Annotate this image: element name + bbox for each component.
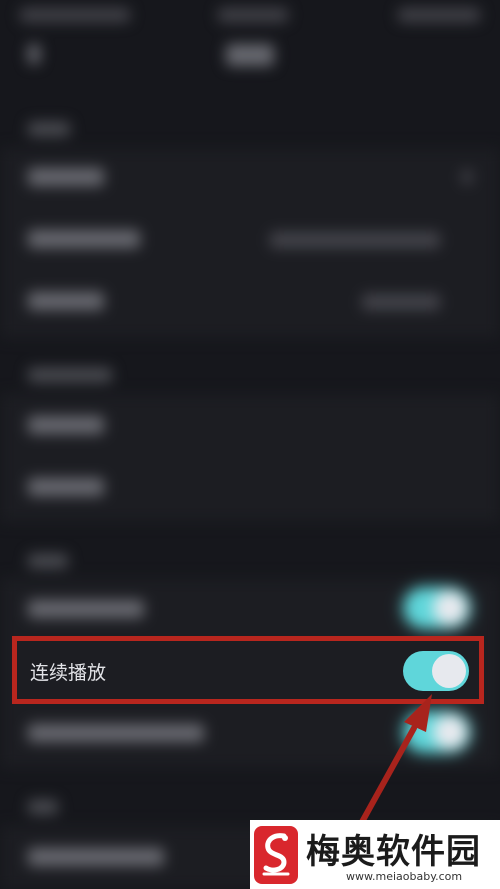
setting-row-label (28, 478, 104, 496)
dragon-logo-icon (254, 826, 298, 884)
setting-row-label (28, 724, 204, 742)
section-header-2 (28, 368, 112, 382)
watermark: 梅奥软件园 www.meiaobaby.com (250, 820, 500, 889)
row-chevron-icon (462, 170, 472, 184)
toggle-knob (432, 654, 466, 688)
back-icon[interactable] (28, 44, 40, 64)
setting-row-label (28, 600, 144, 618)
page-title (226, 44, 274, 66)
watermark-url: www.meiaobaby.com (346, 870, 463, 883)
watermark-brand: 梅奥软件园 (306, 832, 481, 872)
setting-row-label (28, 230, 140, 248)
blurred-settings-background (0, 0, 500, 889)
setting-row-value (362, 294, 440, 310)
continuous-play-label: 连续播放 (30, 662, 107, 684)
setting-row-label (28, 292, 104, 310)
section-1 (0, 148, 500, 338)
toggle-switch[interactable] (404, 588, 470, 628)
toggle-switch[interactable] (404, 712, 470, 752)
section-header-4 (28, 800, 58, 814)
setting-row-label (28, 848, 164, 866)
setting-row-value (270, 232, 440, 248)
status-bar-center (218, 8, 288, 22)
continuous-play-row[interactable]: 连续播放 (12, 636, 484, 704)
continuous-play-toggle[interactable] (403, 651, 469, 691)
section-header-1 (28, 122, 70, 136)
setting-row-label (28, 416, 104, 434)
status-bar-right (398, 8, 480, 22)
section-2 (0, 394, 500, 522)
section-header-3 (28, 554, 68, 568)
setting-row-label (28, 168, 104, 186)
status-bar-left (20, 8, 130, 22)
